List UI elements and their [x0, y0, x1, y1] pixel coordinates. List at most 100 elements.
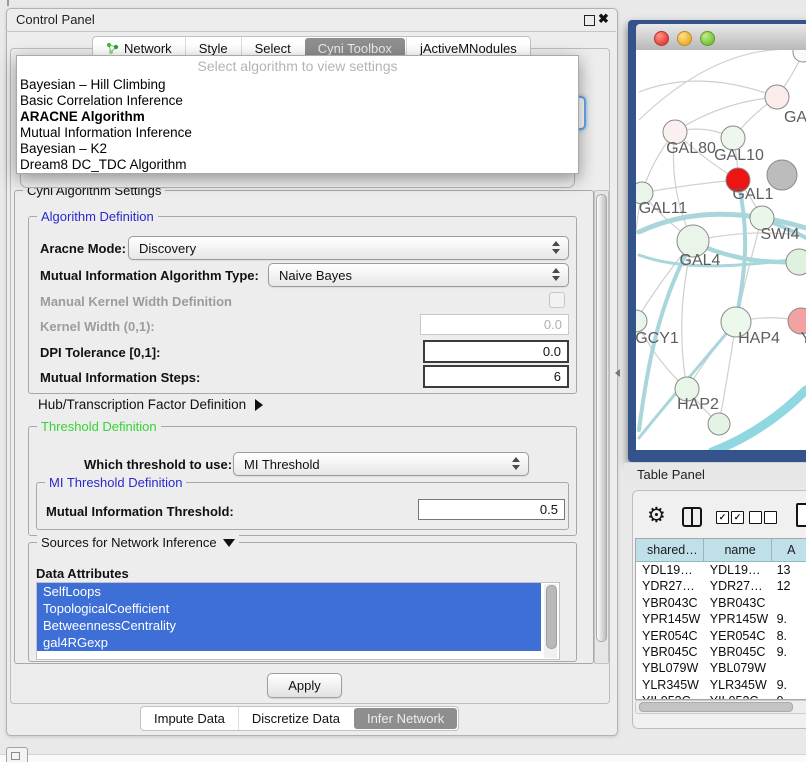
- mi-type-select[interactable]: Naive Bayes: [268, 263, 569, 287]
- table-cell: 8.: [772, 628, 806, 644]
- node-label-gal4: GAL4: [680, 252, 721, 269]
- close-icon[interactable]: ✖: [598, 11, 609, 27]
- table-row[interactable]: YBR043CYBR043C: [636, 595, 806, 611]
- attribute-item-gal4rgexp[interactable]: gal4RGexp: [37, 634, 541, 651]
- table-cell: YBL079W: [636, 660, 704, 676]
- table-row[interactable]: YIL052CYIL052C9.: [636, 693, 806, 700]
- data-attributes-label: Data Attributes: [36, 566, 129, 581]
- table-row[interactable]: YDR27…YDR27…12: [636, 578, 806, 594]
- algorithm-option-aracne-algorithm[interactable]: ARACNE Algorithm: [17, 109, 578, 125]
- algorithm-option-mutual-information-inference[interactable]: Mutual Information Inference: [17, 125, 578, 141]
- tab-label: Network: [124, 41, 172, 56]
- kernel-width-label: Kernel Width (0,1):: [40, 319, 155, 334]
- table-header-row[interactable]: shared…nameA: [636, 539, 806, 562]
- algorithm-option-dream8-dc-tdc-algorithm[interactable]: Dream8 DC_TDC Algorithm: [17, 157, 578, 173]
- table-row[interactable]: YLR345WYLR345W9.: [636, 677, 806, 693]
- table-cell: YPR145W: [636, 611, 704, 627]
- column-header-shared[interactable]: shared…: [636, 539, 704, 561]
- bottom-tab-strip: Impute DataDiscretize Data Infer Network: [140, 706, 459, 731]
- table-cell: [772, 595, 806, 611]
- zoom-traffic-light-icon[interactable]: [700, 31, 715, 46]
- close-traffic-light-icon[interactable]: [654, 31, 669, 46]
- node-label-hap2: HAP2: [677, 396, 719, 413]
- table-row[interactable]: YPR145WYPR145W9.: [636, 611, 806, 627]
- table-cell: YBR043C: [704, 595, 772, 611]
- column-header-a[interactable]: A: [772, 539, 806, 561]
- aracne-mode-label: Aracne Mode:: [40, 241, 126, 256]
- hub-definition-toggle[interactable]: Hub/Transcription Factor Definition: [38, 397, 263, 412]
- data-attributes-list[interactable]: SelfLoopsTopologicalCoefficientBetweenne…: [36, 582, 560, 660]
- tab-label: Cyni Toolbox: [318, 41, 392, 56]
- node-label-swi4: SWI4: [760, 226, 799, 243]
- table-row[interactable]: YBR045CYBR045C9.: [636, 644, 806, 660]
- bottom-tab-infer-network[interactable]: Infer Network: [354, 708, 457, 729]
- unchecked-checkbox-icon[interactable]: [764, 511, 777, 524]
- network-icon: [106, 42, 119, 55]
- table-horizontal-scrollbar[interactable]: [635, 700, 806, 714]
- network-node[interactable]: [786, 249, 806, 275]
- collapse-arrow-icon: [223, 539, 235, 547]
- node-label-gal11: GAL11: [639, 200, 688, 217]
- expand-arrow-icon: [255, 399, 263, 411]
- which-threshold-value: MI Threshold: [244, 457, 320, 472]
- attribute-item-betweennesscentrality[interactable]: BetweennessCentrality: [37, 617, 541, 634]
- settings-scrollbar[interactable]: [594, 190, 609, 664]
- attributes-scrollbar-thumb[interactable]: [546, 585, 557, 649]
- document-icon[interactable]: [796, 503, 806, 527]
- bottom-tab-impute-data[interactable]: Impute Data: [141, 707, 238, 730]
- gear-icon[interactable]: ⚙: [647, 503, 666, 528]
- checked-checkbox-icon[interactable]: ✓: [731, 511, 744, 524]
- tab-label: Infer Network: [367, 711, 444, 726]
- column-header-name[interactable]: name: [704, 539, 772, 561]
- table-scrollbar-thumb[interactable]: [639, 702, 793, 712]
- minimize-traffic-light-icon[interactable]: [677, 31, 692, 46]
- bottom-tab-discretize-data[interactable]: Discretize Data: [238, 707, 353, 730]
- network-node-gal[interactable]: [765, 85, 789, 109]
- table-row[interactable]: YBL079WYBL079W: [636, 660, 806, 676]
- table-row[interactable]: YER054CYER054C8.: [636, 628, 806, 644]
- table-cell: YER054C: [704, 628, 772, 644]
- float-window-icon[interactable]: [584, 15, 595, 26]
- table-cell: YBL079W: [704, 660, 772, 676]
- taskbar-mini-icon[interactable]: [6, 747, 28, 762]
- sources-legend-row[interactable]: Sources for Network Inference: [37, 535, 239, 550]
- checked-checkbox-icon[interactable]: ✓: [716, 511, 729, 524]
- table-cell: YLR345W: [636, 677, 704, 693]
- manual-kernel-label: Manual Kernel Width Definition: [40, 294, 232, 309]
- algorithm-option-bayesian-hill-climbing[interactable]: Bayesian – Hill Climbing: [17, 77, 578, 93]
- threshold-definition-legend: Threshold Definition: [37, 419, 161, 434]
- unchecked-checkbox-icon[interactable]: [749, 511, 762, 524]
- kernel-width-field[interactable]: 0.0: [420, 314, 569, 335]
- settings-scrollbar-thumb[interactable]: [596, 194, 607, 642]
- table-cell: YDL19…: [636, 562, 704, 578]
- dpi-tolerance-field[interactable]: 0.0: [423, 340, 569, 363]
- hub-definition-label: Hub/Transcription Factor Definition: [38, 397, 246, 412]
- network-canvas[interactable]: GALGAL80GAL10GAL1GAL11SWI4GAL4GCY1HAP4YH…: [636, 50, 806, 450]
- node-label-gal1: GAL1: [733, 186, 774, 203]
- network-node-gcy1[interactable]: [636, 310, 647, 332]
- mi-steps-field[interactable]: 6: [423, 365, 569, 388]
- table-cell: YDL19…: [704, 562, 772, 578]
- algorithm-option-basic-correlation-inference[interactable]: Basic Correlation Inference: [17, 93, 578, 109]
- table-row[interactable]: YDL19…YDL19…13: [636, 562, 806, 578]
- manual-kernel-checkbox[interactable]: [549, 292, 565, 308]
- network-node[interactable]: [793, 50, 806, 62]
- node-label-gal10: GAL10: [714, 147, 764, 164]
- network-node[interactable]: [708, 413, 730, 435]
- apply-button[interactable]: Apply: [267, 673, 342, 698]
- node-table[interactable]: shared…nameA YDL19…YDL19…13YDR27…YDR27…1…: [635, 538, 806, 700]
- algorithm-option-bayesian-k2[interactable]: Bayesian – K2: [17, 141, 578, 157]
- spinner-icon: [552, 268, 560, 281]
- attributes-scrollbar[interactable]: [544, 584, 557, 658]
- columns-icon[interactable]: [682, 507, 702, 527]
- table-cell: YBR043C: [636, 595, 704, 611]
- table-cell: YDR27…: [636, 578, 704, 594]
- mi-type-value: Naive Bayes: [279, 268, 352, 283]
- which-threshold-select[interactable]: MI Threshold: [233, 452, 529, 476]
- aracne-mode-select[interactable]: Discovery: [128, 236, 569, 260]
- attribute-item-selfloops[interactable]: SelfLoops: [37, 583, 541, 600]
- panel-collapse-arrow-icon[interactable]: [615, 369, 620, 377]
- table-cell: YBR045C: [704, 644, 772, 660]
- mi-threshold-field[interactable]: 0.5: [418, 499, 565, 520]
- attribute-item-topologicalcoefficient[interactable]: TopologicalCoefficient: [37, 600, 541, 617]
